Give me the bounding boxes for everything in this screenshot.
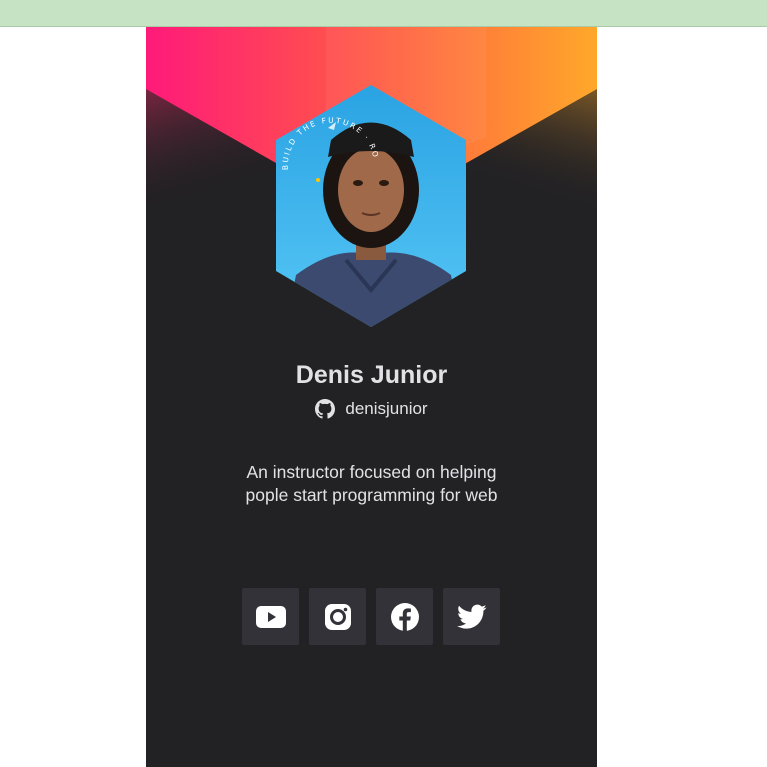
github-icon [315, 399, 336, 419]
github-link[interactable]: denisjunior [146, 399, 597, 419]
svg-text:BUILD THE FUTURE · ROCKET: BUILD THE FUTURE · ROCKET [266, 82, 381, 170]
instagram-icon [324, 603, 351, 630]
social-links [242, 588, 500, 645]
profile-card: BUILD THE FUTURE · ROCKET Denis Junior d… [146, 27, 597, 767]
rocketseat-badge: BUILD THE FUTURE · ROCKET [266, 82, 381, 182]
bio-line-2: pople start programming for web [245, 485, 498, 505]
bio-line-1: An instructor focused on helping [246, 462, 497, 482]
github-username: denisjunior [345, 399, 428, 418]
twitter-icon [456, 604, 486, 629]
profile-name: Denis Junior [295, 361, 448, 389]
youtube-button[interactable] [242, 588, 299, 645]
youtube-icon [255, 605, 286, 628]
twitter-button[interactable] [443, 588, 500, 645]
facebook-button[interactable] [376, 588, 433, 645]
top-bar [0, 0, 767, 27]
instagram-button[interactable] [309, 588, 366, 645]
facebook-icon [390, 602, 419, 631]
bio: An instructor focused on helping pople s… [206, 461, 537, 507]
